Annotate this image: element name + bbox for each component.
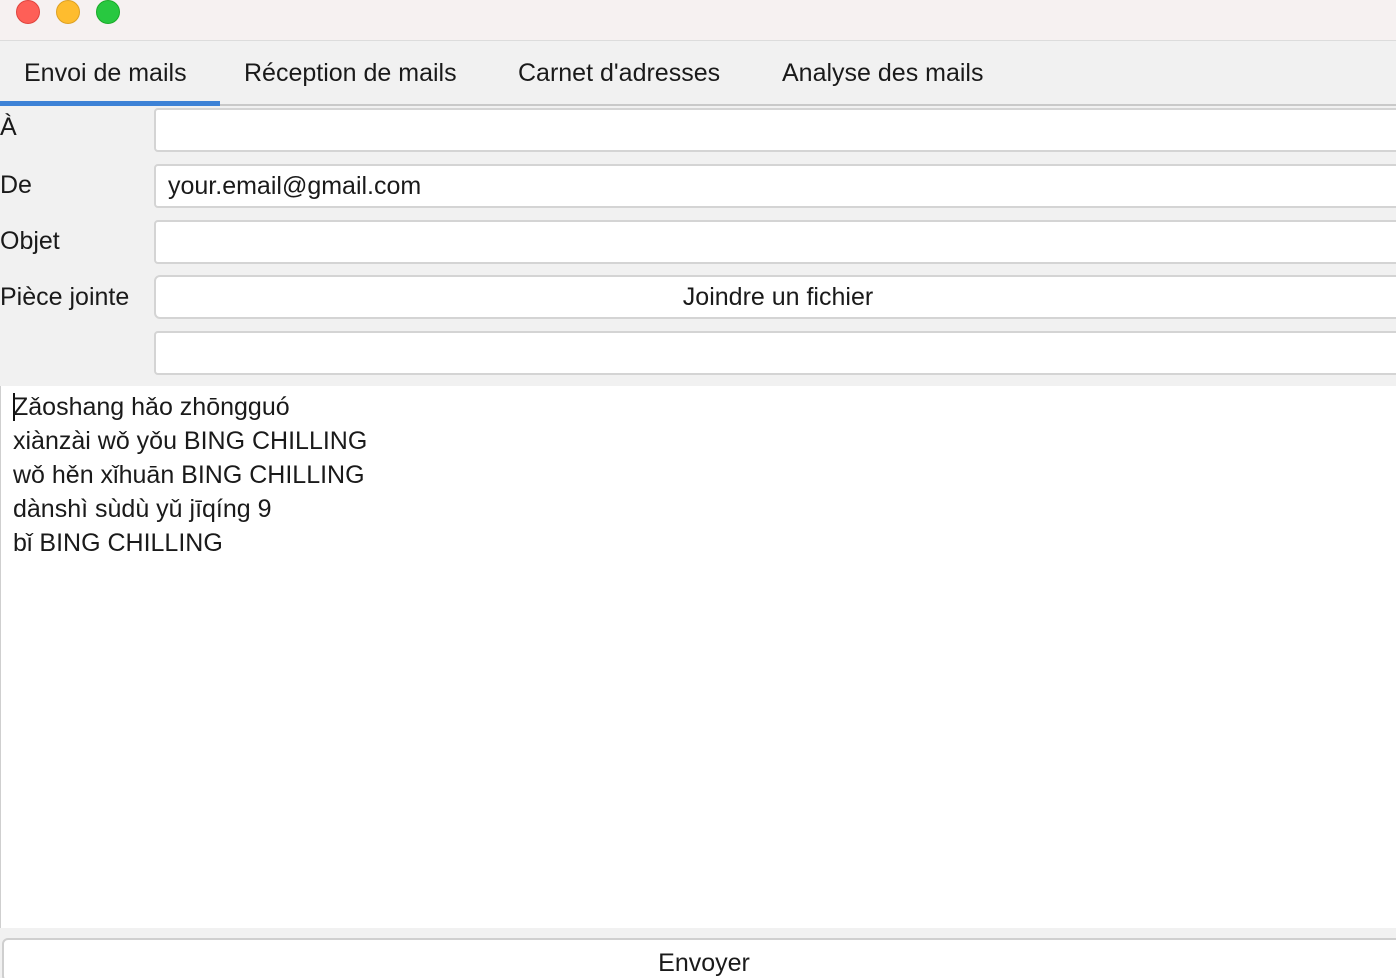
body-line: bǐ BING CHILLING <box>13 529 223 557</box>
compose-form: À De Objet Pièce jointe Joindre un fichi… <box>0 106 1396 386</box>
attach-file-button-label: Joindre un fichier <box>682 283 874 311</box>
tab-reception-de-mails[interactable]: Réception de mails <box>244 41 457 104</box>
message-body-editor[interactable]: Zǎoshang hǎo zhōngguó xiànzài wǒ yǒu BIN… <box>0 386 1396 928</box>
tab-envoi-de-mails[interactable]: Envoi de mails <box>0 41 220 106</box>
from-label: De <box>0 171 32 199</box>
subject-field[interactable] <box>154 220 1396 264</box>
body-line: dànshì sùdù yǔ jīqíng 9 <box>13 495 272 523</box>
tab-carnet-d-adresses[interactable]: Carnet d'adresses <box>518 41 720 104</box>
tab-analyse-des-mails[interactable]: Analyse des mails <box>782 41 983 104</box>
title-bar <box>0 0 1396 41</box>
attachment-path-field[interactable] <box>154 331 1396 375</box>
attachment-label: Pièce jointe <box>0 283 130 311</box>
to-field[interactable] <box>154 108 1396 152</box>
close-window-button[interactable] <box>16 0 40 24</box>
attach-file-button[interactable]: Joindre un fichier <box>154 275 1396 319</box>
footer-bar: Envoyer <box>0 928 1396 978</box>
send-button[interactable]: Envoyer <box>2 938 1396 978</box>
maximize-window-button[interactable] <box>96 0 120 24</box>
subject-label: Objet <box>0 227 60 255</box>
tab-label: Envoi de mails <box>24 59 187 87</box>
tab-label: Réception de mails <box>244 59 457 87</box>
body-line: Zǎoshang hǎo zhōngguó <box>13 393 290 421</box>
tab-bar: Envoi de mails Réception de mails Carnet… <box>0 41 1396 106</box>
body-line: wǒ hěn xǐhuān BING CHILLING <box>13 461 365 489</box>
tab-label: Analyse des mails <box>782 59 984 87</box>
tab-label: Carnet d'adresses <box>518 59 721 87</box>
to-label: À <box>0 113 17 141</box>
mail-client-window: Envoi de mails Réception de mails Carnet… <box>0 0 1396 978</box>
minimize-window-button[interactable] <box>56 0 80 24</box>
from-field[interactable] <box>154 164 1396 208</box>
body-line: xiànzài wǒ yǒu BING CHILLING <box>13 427 368 455</box>
send-button-label: Envoyer <box>658 949 750 977</box>
